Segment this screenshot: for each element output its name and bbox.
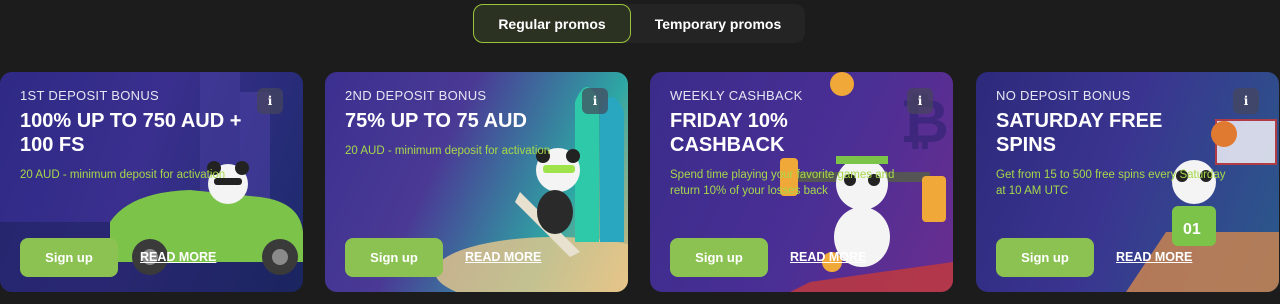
- card-eyebrow: WEEKLY CASHBACK: [670, 88, 803, 103]
- read-more-link[interactable]: READ MORE: [465, 250, 541, 264]
- card-title: 75% UP TO 75 AUD: [345, 110, 527, 132]
- jersey-number: 01: [1183, 221, 1201, 238]
- card-eyebrow: NO DEPOSIT BONUS: [996, 88, 1131, 103]
- card-eyebrow: 1ST DEPOSIT BONUS: [20, 88, 159, 103]
- card-title: SATURDAY FREE SPINS: [996, 110, 1163, 156]
- sign-up-button[interactable]: Sign up: [20, 238, 118, 277]
- tab-regular-promos[interactable]: Regular promos: [473, 4, 631, 43]
- promo-tabs: Regular promos Temporary promos: [473, 4, 805, 43]
- info-icon[interactable]: i: [582, 88, 608, 114]
- sign-up-button[interactable]: Sign up: [670, 238, 768, 277]
- read-more-link[interactable]: READ MORE: [790, 250, 866, 264]
- info-icon[interactable]: i: [257, 88, 283, 114]
- info-icon[interactable]: i: [907, 88, 933, 114]
- tab-temporary-promos[interactable]: Temporary promos: [631, 4, 805, 43]
- card-title: FRIDAY 10% CASHBACK: [670, 110, 788, 156]
- promo-card-weekly-cashback: ₿ WEEKLY CASHBACK FRIDAY 10% CASHBACK Sp…: [650, 72, 953, 292]
- card-description: Get from 15 to 500 free spins every Satu…: [996, 169, 1226, 197]
- read-more-link[interactable]: READ MORE: [140, 250, 216, 264]
- card-description: Spend time playing your favorite games a…: [670, 169, 895, 197]
- sign-up-button[interactable]: Sign up: [996, 238, 1094, 277]
- promo-card-second-deposit: 2ND DEPOSIT BONUS 75% UP TO 75 AUD 20 AU…: [325, 72, 628, 292]
- card-description: 20 AUD - minimum deposit for activation: [20, 169, 226, 181]
- promo-card-first-deposit: 1ST DEPOSIT BONUS 100% UP TO 750 AUD + 1…: [0, 72, 303, 292]
- card-description: 20 AUD - minimum deposit for activation: [345, 145, 551, 157]
- card-title: 100% UP TO 750 AUD + 100 FS: [20, 110, 242, 156]
- info-icon[interactable]: i: [1233, 88, 1259, 114]
- card-eyebrow: 2ND DEPOSIT BONUS: [345, 88, 487, 103]
- sign-up-button[interactable]: Sign up: [345, 238, 443, 277]
- promo-card-no-deposit: 01 NO DEPOSIT BONUS SATURDAY FREE SPINS …: [976, 72, 1279, 292]
- read-more-link[interactable]: READ MORE: [1116, 250, 1192, 264]
